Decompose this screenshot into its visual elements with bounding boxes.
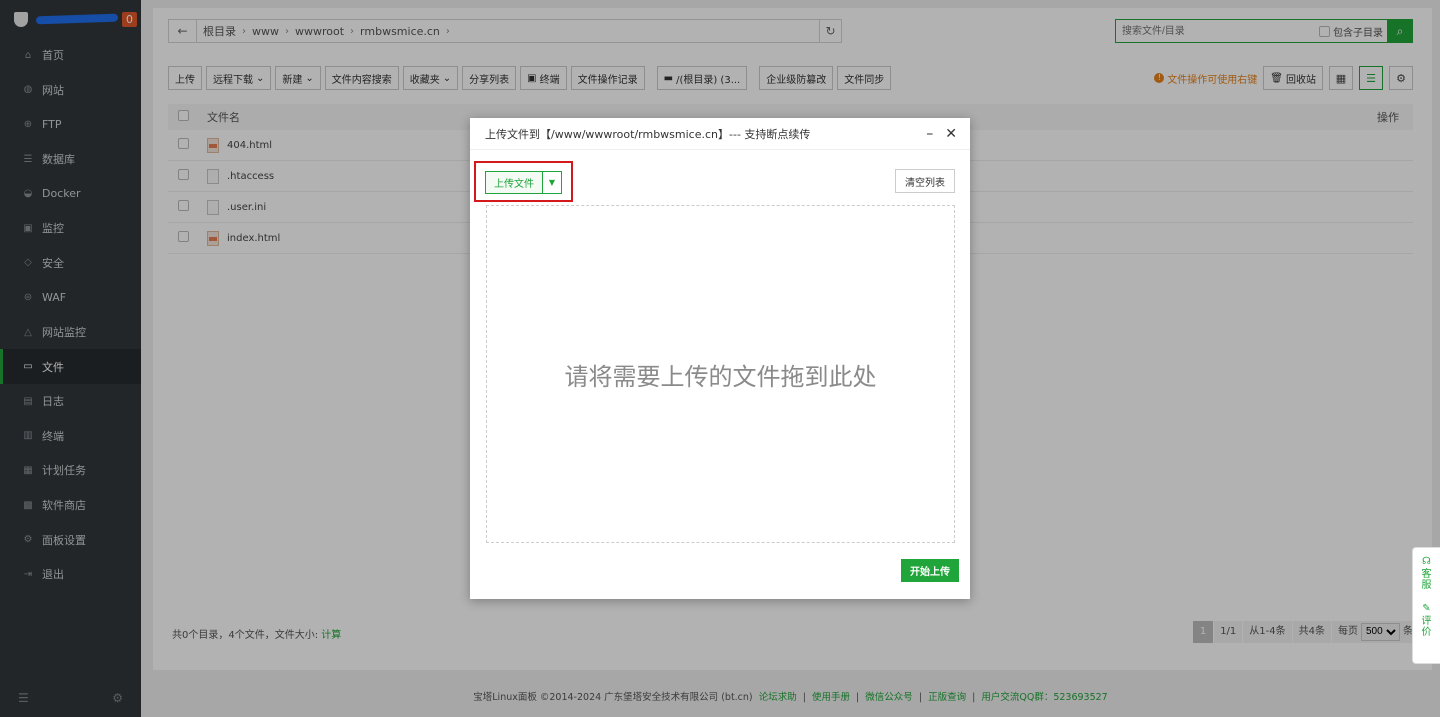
edit-icon: ✎	[1422, 603, 1431, 614]
upload-dialog: 上传文件到【/www/wwwroot/rmbwsmice.cn】--- 支持断点…	[470, 118, 970, 599]
start-upload-button[interactable]: 开始上传	[901, 559, 959, 582]
dialog-header: 上传文件到【/www/wwwroot/rmbwsmice.cn】--- 支持断点…	[470, 118, 970, 150]
drop-zone[interactable]: 请将需要上传的文件拖到此处	[486, 205, 955, 543]
headset-icon: ☊	[1422, 556, 1431, 567]
review-button[interactable]: ✎ 评价	[1421, 603, 1433, 638]
customer-service-label: 客服	[1421, 569, 1432, 591]
drop-zone-text: 请将需要上传的文件拖到此处	[564, 362, 877, 391]
upload-file-button[interactable]: 上传文件	[486, 172, 542, 193]
minimize-icon[interactable]: –	[926, 126, 933, 142]
clear-list-button[interactable]: 清空列表	[895, 169, 955, 193]
upload-file-button-group: 上传文件 ▼	[485, 171, 562, 194]
close-icon[interactable]: ✕	[945, 126, 957, 142]
customer-service-button[interactable]: ☊ 客服	[1421, 556, 1433, 591]
floating-side-panel: ☊ 客服 ✎ 评价	[1412, 547, 1440, 664]
caret-down-icon[interactable]: ▼	[542, 172, 561, 193]
dialog-title: 上传文件到【/www/wwwroot/rmbwsmice.cn】--- 支持断点…	[485, 127, 811, 141]
review-label: 评价	[1421, 616, 1432, 638]
